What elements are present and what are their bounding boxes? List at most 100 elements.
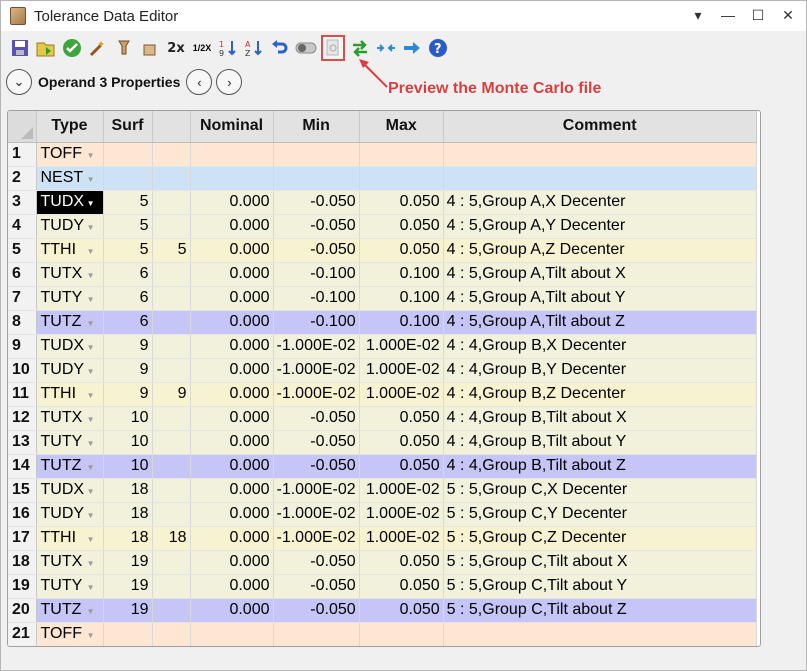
param-cell[interactable] [152, 358, 191, 383]
table-row[interactable]: 21 TOFF ▼ [8, 622, 757, 646]
row-number[interactable]: 19 [8, 574, 37, 599]
row-number[interactable]: 15 [8, 478, 37, 503]
comment-cell[interactable]: 5 : 5,Group C,Y Decenter [443, 502, 757, 527]
half-2x-button[interactable]: 1/2X [191, 37, 213, 59]
surf-cell[interactable]: 18 [103, 478, 153, 503]
comment-cell[interactable]: 4 : 4,Group B,Tilt about X [443, 406, 757, 431]
toggle-icon[interactable] [295, 37, 317, 59]
nominal-cell[interactable] [190, 142, 274, 167]
param-cell[interactable] [152, 430, 191, 455]
type-dropdown-icon[interactable]: ▼ [87, 175, 95, 184]
type-cell[interactable]: TUTY ▼ [36, 430, 104, 455]
min-cell[interactable]: -1.000E-02 [273, 382, 360, 407]
param-cell[interactable] [152, 286, 191, 311]
param-cell[interactable] [152, 502, 191, 527]
delete-icon[interactable] [139, 37, 161, 59]
comment-cell[interactable]: 4 : 5,Group A,Tilt about Z [443, 310, 757, 335]
max-cell[interactable]: 0.100 [359, 262, 444, 287]
type-dropdown-icon[interactable]: ▼ [87, 535, 95, 544]
min-cell[interactable]: -0.100 [273, 310, 360, 335]
type-cell[interactable]: TUTX ▼ [36, 406, 104, 431]
max-cell[interactable]: 0.050 [359, 598, 444, 623]
row-number[interactable]: 10 [8, 358, 37, 383]
min-cell[interactable]: -0.050 [273, 574, 360, 599]
max-cell[interactable]: 0.100 [359, 286, 444, 311]
nominal-cell[interactable]: 0.000 [190, 262, 274, 287]
table-row[interactable]: 9 TUDX ▼ 9 0.000 -1.000E-02 1.000E-02 4 : 4,Gro… [8, 334, 757, 359]
table-row[interactable]: 6 TUTX ▼ 6 0.000 -0.100 0.100 4 : 5,Group A,Til… [8, 262, 757, 287]
row-number[interactable]: 16 [8, 502, 37, 527]
comment-cell[interactable]: 5 : 5,Group C,Z Decenter [443, 526, 757, 551]
column-header-type[interactable]: Type [36, 111, 104, 143]
maximize-button[interactable]: ☐ [750, 5, 766, 25]
merge-icon[interactable] [375, 37, 397, 59]
table-row[interactable]: 2 NEST ▼ [8, 166, 757, 191]
max-cell[interactable]: 0.050 [359, 574, 444, 599]
min-cell[interactable]: -0.100 [273, 286, 360, 311]
nominal-cell[interactable]: 0.000 [190, 574, 274, 599]
sort-alpha-icon[interactable]: AZ [243, 37, 265, 59]
type-dropdown-icon[interactable]: ▼ [87, 319, 95, 328]
min-cell[interactable] [273, 622, 360, 646]
min-cell[interactable]: -0.050 [273, 454, 360, 479]
type-dropdown-icon[interactable]: ▼ [87, 223, 95, 232]
comment-cell[interactable]: 5 : 5,Group C,X Decenter [443, 478, 757, 503]
max-cell[interactable]: 0.050 [359, 550, 444, 575]
nominal-cell[interactable] [190, 622, 274, 646]
help-icon[interactable]: ? [427, 37, 449, 59]
type-cell[interactable]: TUDX ▼ [36, 190, 104, 215]
type-dropdown-icon[interactable]: ▼ [87, 295, 95, 304]
param-cell[interactable] [152, 166, 191, 191]
surf-cell[interactable]: 18 [103, 502, 153, 527]
swap-icon[interactable] [349, 37, 371, 59]
min-cell[interactable]: -0.050 [273, 214, 360, 239]
type-dropdown-icon[interactable]: ▼ [87, 559, 95, 568]
type-cell[interactable]: TTHI ▼ [36, 526, 104, 551]
nominal-cell[interactable]: 0.000 [190, 190, 274, 215]
row-number[interactable]: 2 [8, 166, 37, 191]
table-row[interactable]: 11 TTHI ▼ 9 9 0.000 -1.000E-02 1.000E-02 4 : 4,G… [8, 382, 757, 407]
comment-cell[interactable]: 4 : 5,Group A,Y Decenter [443, 214, 757, 239]
max-cell[interactable]: 0.050 [359, 238, 444, 263]
type-cell[interactable]: TUDX ▼ [36, 334, 104, 359]
type-cell[interactable]: TUTZ ▼ [36, 598, 104, 623]
nominal-cell[interactable]: 0.000 [190, 430, 274, 455]
close-button[interactable]: ✕ [780, 5, 796, 25]
surf-cell[interactable]: 5 [103, 238, 153, 263]
row-number[interactable]: 21 [8, 622, 37, 646]
min-cell[interactable]: -0.100 [273, 262, 360, 287]
load-icon[interactable] [35, 37, 57, 59]
comment-cell[interactable]: 5 : 5,Group C,Tilt about Y [443, 574, 757, 599]
zoom-2x-button[interactable]: 2x [165, 37, 187, 59]
max-cell[interactable] [359, 142, 444, 167]
param-cell[interactable] [152, 622, 191, 646]
table-row[interactable]: 19 TUTY ▼ 19 0.000 -0.050 0.050 5 : 5,Group C,T… [8, 574, 757, 599]
sort-numeric-icon[interactable]: 19 [217, 37, 239, 59]
surf-cell[interactable]: 5 [103, 190, 153, 215]
table-row[interactable]: 12 TUTX ▼ 10 0.000 -0.050 0.050 4 : 4,Group B,T… [8, 406, 757, 431]
column-header-min[interactable]: Min [273, 111, 360, 143]
nominal-cell[interactable]: 0.000 [190, 334, 274, 359]
max-cell[interactable]: 1.000E-02 [359, 526, 444, 551]
window-menu-button[interactable]: ▾ [690, 5, 706, 25]
next-operand-button[interactable]: › [216, 69, 243, 95]
type-cell[interactable]: NEST ▼ [36, 166, 104, 191]
check-icon[interactable] [61, 37, 83, 59]
type-cell[interactable]: TUTX ▼ [36, 550, 104, 575]
type-cell[interactable]: TUDX ▼ [36, 478, 104, 503]
previous-operand-button[interactable]: ‹ [186, 69, 213, 95]
min-cell[interactable] [273, 142, 360, 167]
comment-cell[interactable] [443, 166, 757, 191]
row-number[interactable]: 6 [8, 262, 37, 287]
column-header-surf[interactable]: Surf [103, 111, 153, 143]
param-cell[interactable] [152, 310, 191, 335]
min-cell[interactable]: -0.050 [273, 406, 360, 431]
param-cell[interactable] [152, 478, 191, 503]
table-row[interactable]: 17 TTHI ▼ 18 18 0.000 -1.000E-02 1.000E-02 5 : 5… [8, 526, 757, 551]
nominal-cell[interactable]: 0.000 [190, 214, 274, 239]
max-cell[interactable]: 0.050 [359, 454, 444, 479]
table-row[interactable]: 20 TUTZ ▼ 19 0.000 -0.050 0.050 5 : 5,Group C,T… [8, 598, 757, 623]
row-number[interactable]: 11 [8, 382, 37, 407]
max-cell[interactable]: 0.050 [359, 214, 444, 239]
type-dropdown-icon[interactable]: ▼ [87, 151, 95, 160]
